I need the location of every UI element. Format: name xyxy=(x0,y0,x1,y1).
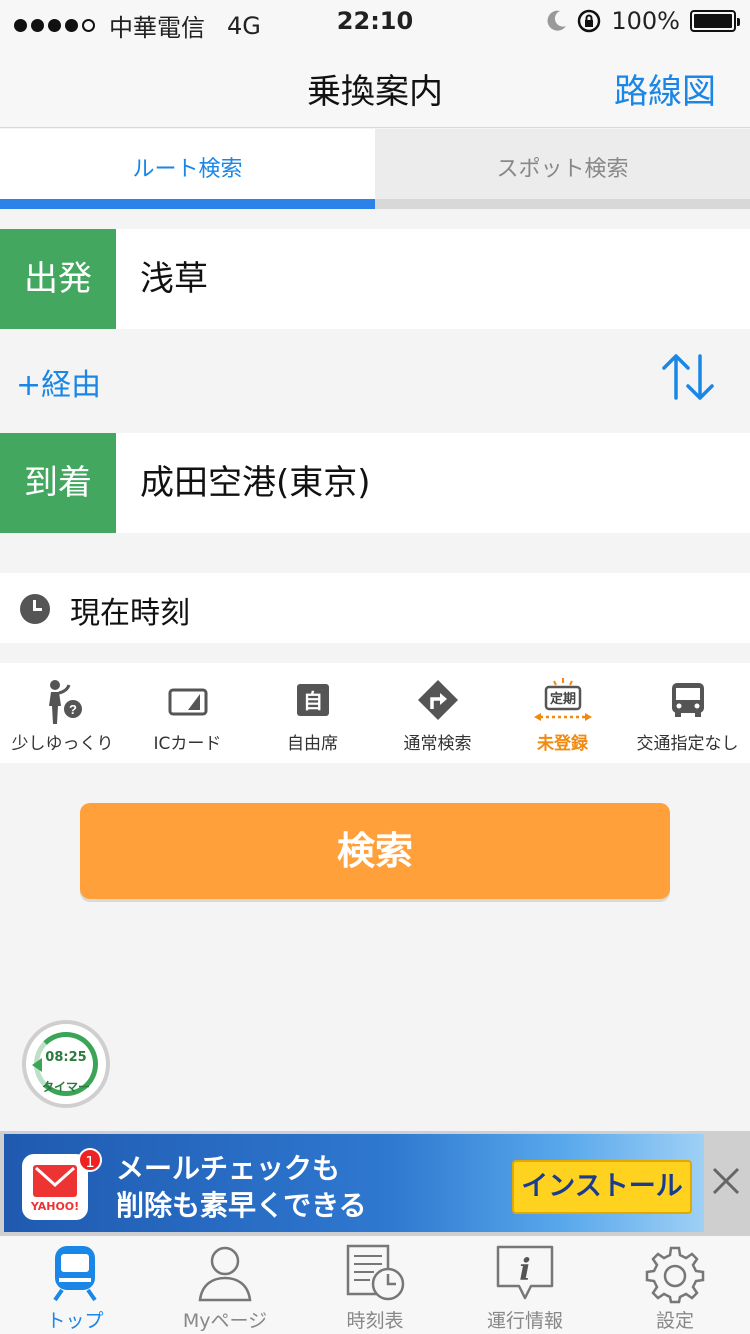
info-icon: i xyxy=(496,1245,554,1300)
bottom-tab-bar: トップ Myページ 時刻表 i 運行情報 設定 xyxy=(0,1235,750,1334)
time-setting-label: 現在時刻 xyxy=(70,596,190,631)
tab-route-search[interactable]: ルート検索 xyxy=(0,129,375,209)
install-button[interactable]: インストール xyxy=(512,1160,692,1214)
nav-bar: 乗換案内 路線図 xyxy=(0,40,750,128)
time-setting-row[interactable]: 現在時刻 xyxy=(0,573,750,643)
ad-banner[interactable]: YAHOO! 1 メールチェックも 削除も素早くできる インストール xyxy=(0,1131,750,1235)
via-row: +経由 xyxy=(0,330,750,432)
svg-text:i: i xyxy=(519,1253,530,1288)
rotation-lock-icon xyxy=(578,9,601,33)
timer-button[interactable]: 08:25 タイマー xyxy=(22,1020,110,1108)
search-options: ? 少しゆっくり ICカード 自 自由席 通常検索 定期 未登録 交通指定なし xyxy=(0,663,750,763)
svg-text:自: 自 xyxy=(303,689,323,713)
option-label: ICカード xyxy=(153,734,222,754)
tab-timetable[interactable]: 時刻表 xyxy=(300,1236,450,1334)
departure-label: 出発 xyxy=(0,229,116,329)
arrival-station[interactable]: 成田空港(東京) xyxy=(140,433,371,533)
option-label: 交通指定なし xyxy=(636,734,739,754)
tab-label: 設定 xyxy=(655,1310,694,1332)
search-tabs: ルート検索 スポット検索 xyxy=(0,129,750,209)
arrival-label: 到着 xyxy=(0,433,116,533)
tab-service-info[interactable]: i 運行情報 xyxy=(450,1236,600,1334)
option-transport-filter[interactable]: 交通指定なし xyxy=(625,663,750,763)
tab-my-page[interactable]: Myページ xyxy=(150,1236,300,1334)
train-icon xyxy=(53,1246,97,1302)
tab-label: スポット検索 xyxy=(496,157,629,182)
tab-label: 運行情報 xyxy=(486,1310,563,1332)
status-bar: 中華電信 4G 22:10 100% xyxy=(0,0,750,42)
walking-person-icon: ? xyxy=(48,680,82,724)
person-icon xyxy=(198,1246,252,1302)
svg-text:?: ? xyxy=(69,702,77,717)
option-seat-type[interactable]: 自 自由席 xyxy=(250,663,375,763)
battery-percent: 100% xyxy=(611,7,680,35)
battery-icon xyxy=(690,10,740,32)
option-commuter-pass[interactable]: 定期 未登録 xyxy=(500,663,625,763)
option-label: 自由席 xyxy=(287,734,338,754)
tab-label: 時刻表 xyxy=(346,1310,404,1332)
option-ic-card[interactable]: ICカード xyxy=(125,663,250,763)
timer-label: タイマー xyxy=(41,1080,90,1094)
svg-text:定期: 定期 xyxy=(548,691,575,707)
close-icon[interactable] xyxy=(706,1161,746,1201)
bus-icon xyxy=(671,683,704,717)
mail-envelope-icon xyxy=(33,1165,77,1197)
ad-headline-1: メールチェックも xyxy=(116,1152,341,1185)
tab-settings[interactable]: 設定 xyxy=(600,1236,750,1334)
ad-headline-2: 削除も素早くできる xyxy=(116,1189,367,1222)
timer-time: 08:25 xyxy=(45,1050,87,1065)
option-walking-speed[interactable]: ? 少しゆっくり xyxy=(0,663,125,763)
tab-top[interactable]: トップ xyxy=(0,1236,150,1334)
option-label: 通常検索 xyxy=(403,734,472,754)
clock-icon xyxy=(20,594,50,624)
tab-underline xyxy=(375,199,750,209)
tab-label: Myページ xyxy=(182,1310,268,1332)
option-label: 少しゆっくり xyxy=(11,734,114,754)
search-button[interactable]: 検索 xyxy=(80,803,670,899)
tab-spot-search[interactable]: スポット検索 xyxy=(375,129,750,209)
ic-card-icon xyxy=(168,688,207,716)
notification-badge: 1 xyxy=(78,1148,102,1172)
timetable-icon xyxy=(346,1244,405,1301)
departure-station[interactable]: 浅草 xyxy=(140,229,208,329)
arrival-field[interactable]: 到着 成田空港(東京) xyxy=(0,433,750,533)
option-label: 未登録 xyxy=(537,734,588,754)
departure-field[interactable]: 出発 浅草 xyxy=(0,229,750,329)
moon-icon xyxy=(547,10,567,31)
commuter-pass-icon: 定期 xyxy=(533,678,592,721)
route-arrow-icon xyxy=(417,680,458,720)
tab-label: トップ xyxy=(46,1310,104,1332)
gear-icon xyxy=(645,1246,705,1304)
yahoo-logo-text: YAHOO! xyxy=(30,1200,80,1213)
swap-arrows-icon[interactable] xyxy=(660,352,716,402)
route-map-button[interactable]: 路線図 xyxy=(614,64,716,113)
tab-label: ルート検索 xyxy=(132,157,243,182)
option-search-mode[interactable]: 通常検索 xyxy=(375,663,500,763)
reserved-seat-icon: 自 xyxy=(296,684,329,716)
active-tab-indicator xyxy=(0,199,375,209)
add-via-button[interactable]: +経由 xyxy=(16,360,101,404)
ad-banner-content[interactable]: YAHOO! 1 メールチェックも 削除も素早くできる インストール xyxy=(4,1134,704,1232)
